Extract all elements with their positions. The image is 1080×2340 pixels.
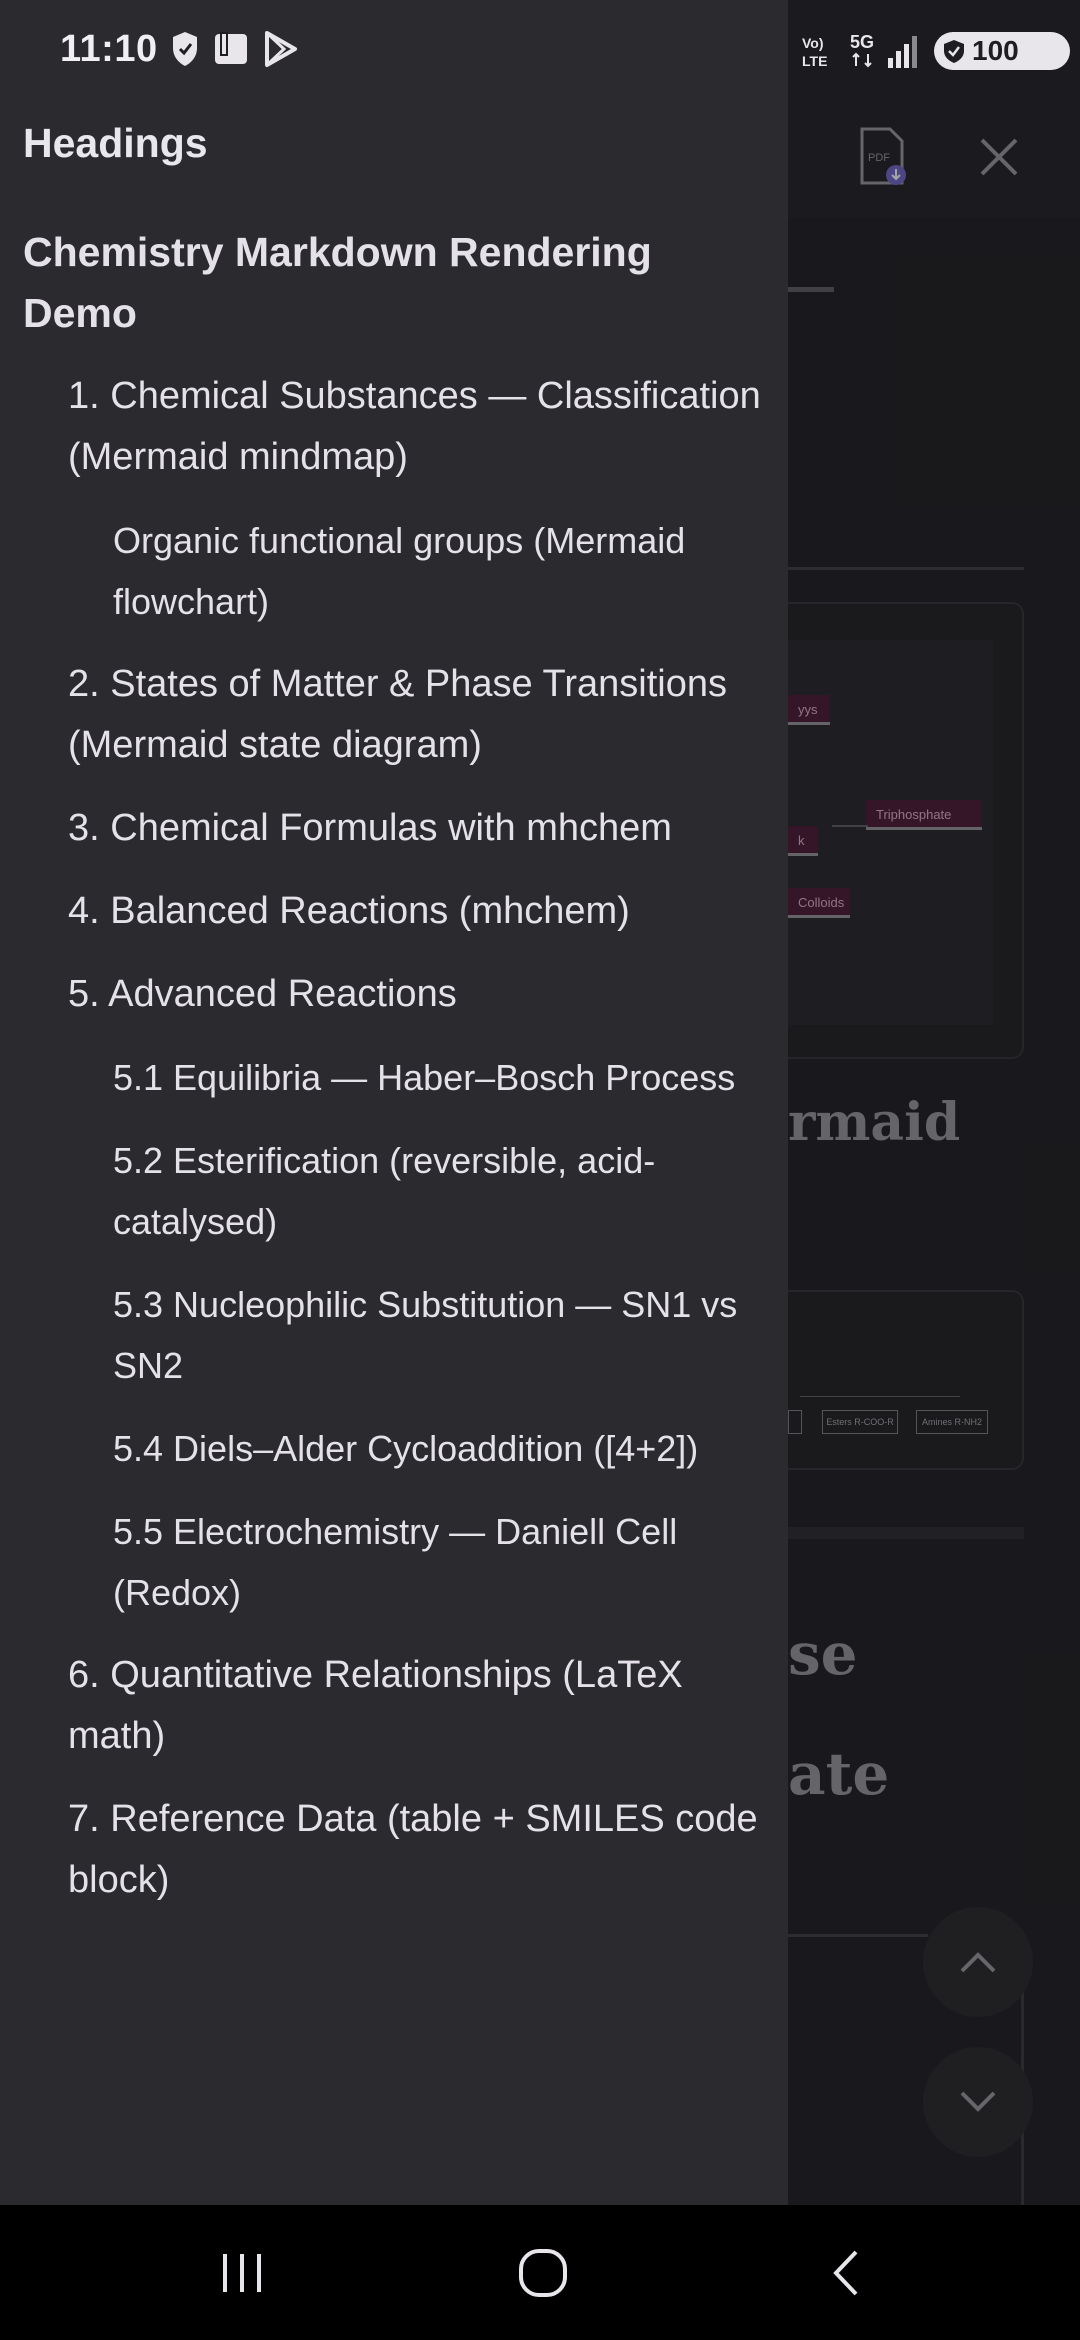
heading-item[interactable]: 1. Chemical Substances — Classification … xyxy=(0,366,788,488)
clipboard-icon xyxy=(212,30,252,73)
heading-item[interactable]: 5. Advanced Reactions xyxy=(0,964,788,1025)
heading-item[interactable]: 5.3 Nucleophilic Substitution — SN1 vs S… xyxy=(0,1274,788,1396)
recent-apps-icon xyxy=(223,2253,261,2292)
headings-drawer: Headings Chemistry Markdown Rendering De… xyxy=(0,0,788,2205)
heading-item[interactable]: Chemistry Markdown Rendering Demo xyxy=(0,222,788,344)
heading-item[interactable]: 5.1 Equilibria — Haber–Bosch Process xyxy=(0,1047,788,1108)
heading-item[interactable]: 5.2 Esterification (reversible, acid-cat… xyxy=(0,1130,788,1252)
battery-level: 100 xyxy=(972,35,1019,66)
volte-label: Vo) xyxy=(802,35,824,51)
status-bar: 11:10 Vo) LTE 5G 100 xyxy=(0,0,1080,100)
heading-item[interactable]: 4. Balanced Reactions (mhchem) xyxy=(0,881,788,942)
battery-icon: 100 xyxy=(934,32,1070,70)
drawer-title: Headings xyxy=(23,120,208,166)
signal-icon xyxy=(886,34,922,73)
heading-item[interactable]: Organic functional groups (Mermaid flowc… xyxy=(0,510,788,632)
shield-icon xyxy=(170,30,200,73)
play-store-icon xyxy=(262,30,300,73)
svg-text:LTE: LTE xyxy=(802,53,827,69)
heading-item[interactable]: 6. Quantitative Relationships (LaTeX mat… xyxy=(0,1645,788,1767)
heading-item[interactable]: 3. Chemical Formulas with mhchem xyxy=(0,798,788,859)
back-icon xyxy=(833,2250,858,2295)
home-icon xyxy=(519,2248,567,2297)
home-button[interactable] xyxy=(443,2205,643,2340)
network-type-label: 5G xyxy=(850,32,874,52)
volte-indicator: Vo) LTE xyxy=(802,34,836,75)
heading-item[interactable]: 5.4 Diels–Alder Cycloaddition ([4+2]) xyxy=(0,1418,788,1479)
back-button[interactable] xyxy=(746,2205,946,2340)
network-type: 5G xyxy=(850,32,884,75)
recent-apps-button[interactable] xyxy=(142,2205,342,2340)
headings-list: Chemistry Markdown Rendering Demo 1. Che… xyxy=(0,222,788,1933)
heading-item[interactable]: 2. States of Matter & Phase Transitions … xyxy=(0,654,788,776)
heading-item[interactable]: 5.5 Electrochemistry — Daniell Cell (Red… xyxy=(0,1501,788,1623)
heading-item[interactable]: 7. Reference Data (table + SMILES code b… xyxy=(0,1789,788,1911)
navigation-bar xyxy=(0,2205,1080,2340)
clock: 11:10 xyxy=(60,28,158,70)
